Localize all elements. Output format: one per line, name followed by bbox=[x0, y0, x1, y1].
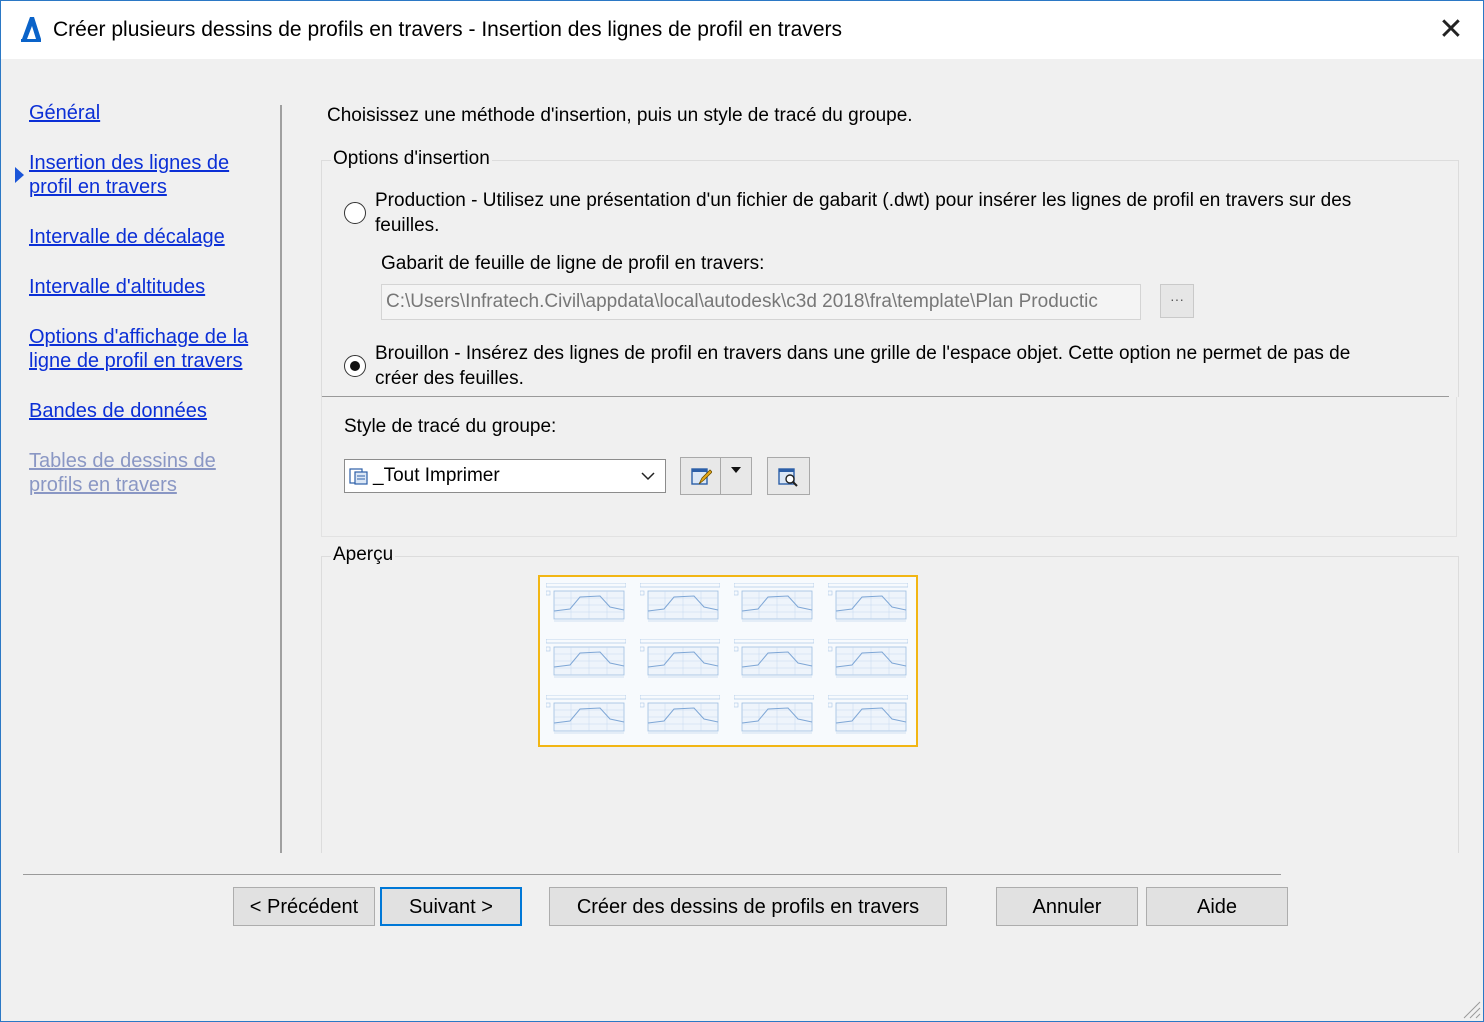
cross-section-thumbnail bbox=[734, 695, 814, 734]
preview-image bbox=[538, 575, 918, 747]
cross-section-thumbnail bbox=[640, 695, 720, 734]
autocad-civil3d-icon bbox=[21, 17, 41, 42]
resize-grip-icon[interactable] bbox=[1459, 997, 1481, 1019]
browse-template-button: ··· bbox=[1160, 284, 1194, 318]
chevron-down-icon bbox=[641, 472, 655, 481]
cross-section-thumbnail bbox=[640, 639, 720, 678]
preview-style-button[interactable] bbox=[767, 457, 810, 495]
cross-section-thumbnail bbox=[546, 639, 626, 678]
style-list-icon bbox=[349, 468, 368, 485]
close-icon[interactable]: ✕ bbox=[1431, 13, 1471, 47]
next-button[interactable]: Suivant > bbox=[380, 887, 522, 926]
title-bar: Créer plusieurs dessins de profils en tr… bbox=[1, 1, 1483, 59]
help-button[interactable]: Aide bbox=[1146, 887, 1288, 926]
preview-legend: Aperçu bbox=[331, 544, 396, 566]
draft-radio[interactable] bbox=[344, 355, 366, 377]
cross-section-thumbnail bbox=[828, 583, 908, 622]
template-label: Gabarit de feuille de ligne de profil en… bbox=[381, 253, 765, 274]
group-plot-style-select[interactable]: _Tout Imprimer bbox=[344, 459, 666, 493]
nav-item-general[interactable]: Général bbox=[29, 101, 269, 125]
cross-section-thumbnail bbox=[828, 639, 908, 678]
preview-style-icon bbox=[778, 468, 798, 487]
production-option-label: Production - Utilisez une présentation d… bbox=[375, 190, 1352, 236]
style-options-dropdown-button[interactable] bbox=[720, 457, 752, 495]
intro-text: Choisissez une méthode d'insertion, puis… bbox=[327, 105, 913, 126]
nav-item-display-options[interactable]: Options d'affichage de la ligne de profi… bbox=[29, 325, 269, 373]
cross-section-thumbnail bbox=[640, 583, 720, 622]
nav-item-offset-interval[interactable]: Intervalle de décalage bbox=[29, 225, 269, 249]
cross-section-thumbnail bbox=[828, 695, 908, 734]
cross-section-thumbnail bbox=[546, 695, 626, 734]
cross-section-thumbnail bbox=[546, 583, 626, 622]
insertion-options-legend: Options d'insertion bbox=[331, 148, 492, 170]
button-bar-divider bbox=[23, 874, 1281, 875]
cross-section-thumbnail bbox=[734, 583, 814, 622]
selected-style-text: _Tout Imprimer bbox=[373, 465, 500, 486]
dialog-window: Créer plusieurs dessins de profils en tr… bbox=[0, 0, 1484, 1022]
cancel-button[interactable]: Annuler bbox=[996, 887, 1138, 926]
previous-button[interactable]: < Précédent bbox=[233, 887, 375, 926]
nav-item-tables: Tables de dessins de profils en travers bbox=[29, 450, 216, 496]
nav-item-elevation-interval[interactable]: Intervalle d'altitudes bbox=[29, 275, 269, 299]
nav-item-insertion[interactable]: Insertion des lignes de profil en traver… bbox=[29, 151, 269, 199]
group-plot-style-label: Style de tracé du groupe: bbox=[344, 416, 557, 437]
nav-item-data-bands[interactable]: Bandes de données bbox=[29, 399, 269, 423]
current-step-marker-icon bbox=[15, 167, 24, 183]
draft-option-label: Brouillon - Insérez des lignes de profil… bbox=[375, 343, 1351, 389]
edit-style-button[interactable] bbox=[680, 457, 721, 495]
production-radio[interactable] bbox=[344, 202, 366, 224]
edit-style-icon bbox=[691, 468, 712, 485]
cross-section-thumbnail bbox=[734, 639, 814, 678]
nav-separator bbox=[280, 105, 282, 853]
create-drawings-button[interactable]: Créer des dessins de profils en travers bbox=[549, 887, 947, 926]
template-path-field: C:\Users\Infratech.Civil\appdata\local\a… bbox=[381, 284, 1141, 320]
window-title: Créer plusieurs dessins de profils en tr… bbox=[53, 18, 843, 41]
